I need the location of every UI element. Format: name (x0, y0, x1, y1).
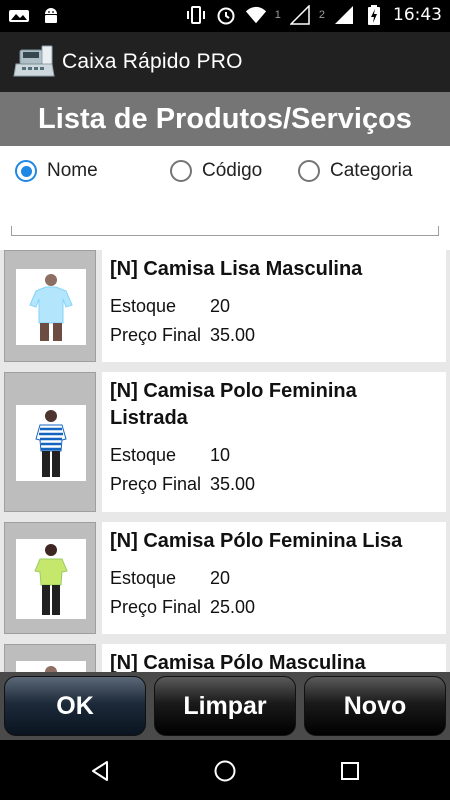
radio-circle (15, 160, 37, 182)
striped-shirt-female-icon (16, 405, 86, 481)
stock-value: 20 (210, 296, 231, 316)
product-thumbnail (4, 250, 96, 362)
stock-label: Estoque (110, 445, 177, 465)
radio-category[interactable]: Categoria (298, 160, 412, 182)
stock-value: 20 (210, 568, 231, 588)
page-title-band: Lista de Produtos/Serviços (0, 92, 450, 146)
polo-male-icon (16, 661, 86, 672)
price-label: Preço Final (110, 325, 202, 345)
product-name: [N] Camisa Pólo Masculina (110, 652, 366, 672)
status-bar: 1 2 16:43 (0, 0, 450, 32)
stock-label: Estoque (110, 568, 177, 588)
list-item[interactable]: [N] Camisa Lisa Masculina Estoque 20 Preç… (4, 250, 446, 362)
radio-category-label: Categoria (330, 160, 413, 181)
product-info: [N] Camisa Polo Feminina Listrada Estoqu… (102, 372, 446, 512)
list-item[interactable]: [N] Camisa Pólo Masculina (4, 644, 446, 672)
price-value: 35.00 (210, 474, 256, 494)
radio-name-label: Nome (47, 160, 98, 181)
home-icon[interactable] (212, 758, 238, 784)
alarm-icon (215, 4, 237, 26)
filter-area: Nome Código Categoria (0, 146, 450, 250)
navigation-bar (0, 740, 450, 800)
ok-button[interactable]: OK (4, 676, 146, 736)
clear-button[interactable]: Limpar (154, 676, 296, 736)
sim1-label: 1 (274, 9, 281, 21)
action-bar: Caixa Rápido PRO (0, 32, 450, 92)
price-label: Preço Final (110, 597, 202, 617)
search-input[interactable] (11, 226, 439, 236)
radio-code[interactable]: Código (170, 160, 262, 182)
tshirt-male-icon (16, 269, 86, 345)
radio-code-label: Código (202, 160, 263, 181)
radio-name[interactable]: Nome (15, 160, 98, 182)
vibrate-icon (185, 4, 207, 26)
stock-label: Estoque (110, 296, 177, 316)
image-icon (8, 5, 30, 27)
app-title: Caixa Rápido PRO (62, 50, 243, 73)
list-item[interactable]: [N] Camisa Pólo Feminina Lisa Estoque 20 … (4, 522, 446, 634)
radio-circle (170, 160, 192, 182)
price-value: 35.00 (210, 325, 256, 345)
product-list[interactable]: [N] Camisa Lisa Masculina Estoque 20 Preç… (0, 250, 450, 672)
battery-charging-icon (363, 4, 385, 26)
recents-icon[interactable] (337, 758, 363, 784)
product-name: [N] Camisa Lisa Masculina (110, 258, 363, 280)
product-info: [N] Camisa Lisa Masculina Estoque 20 Preç… (102, 250, 446, 362)
product-thumbnail (4, 522, 96, 634)
new-button[interactable]: Novo (304, 676, 446, 736)
bottom-button-bar: OK Limpar Novo (0, 672, 450, 740)
signal-icon (333, 4, 355, 26)
product-info: [N] Camisa Pólo Masculina (102, 644, 446, 672)
product-thumbnail (4, 644, 96, 672)
clock: 16:43 (393, 5, 442, 25)
page-title: Lista de Produtos/Serviços (38, 102, 412, 135)
android-icon (40, 5, 62, 27)
radio-circle (298, 160, 320, 182)
stock-value: 10 (210, 445, 231, 465)
product-thumbnail (4, 372, 96, 512)
wifi-icon (245, 4, 267, 26)
polo-female-icon (16, 539, 86, 619)
sim2-label: 2 (318, 9, 325, 21)
product-name: [N] Camisa Polo Feminina Listrada (110, 380, 357, 429)
price-value: 25.00 (210, 597, 256, 617)
list-item[interactable]: [N] Camisa Polo Feminina Listrada Estoqu… (4, 372, 446, 512)
product-info: [N] Camisa Pólo Feminina Lisa Estoque 20 … (102, 522, 446, 634)
filter-radio-group: Nome Código Categoria (0, 160, 450, 188)
signal-icon (289, 4, 311, 26)
product-name: [N] Camisa Pólo Feminina Lisa (110, 530, 403, 552)
price-label: Preço Final (110, 474, 202, 494)
cash-register-icon (12, 42, 56, 82)
back-icon[interactable] (87, 758, 113, 784)
